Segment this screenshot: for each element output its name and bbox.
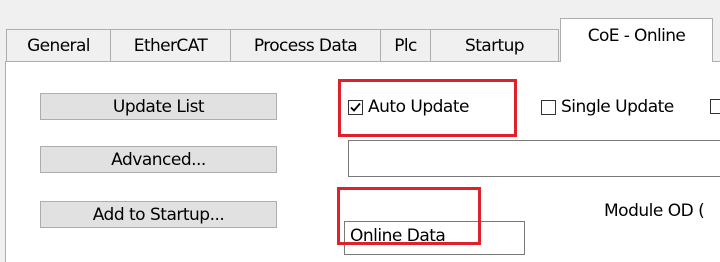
module-od-label: Module OD ( [604, 201, 705, 221]
tab-general[interactable]: General [6, 29, 111, 61]
tab-startup[interactable]: Startup [430, 29, 559, 61]
tab-plc[interactable]: Plc [380, 29, 431, 61]
auto-update-checkbox[interactable]: Auto Update [348, 97, 469, 117]
tab-coe-online-label: CoE - Online [587, 25, 686, 46]
tab-process-data-label: Process Data [253, 35, 358, 56]
online-data-field[interactable]: Online Data [344, 221, 525, 255]
update-list-button[interactable]: Update List [40, 93, 277, 120]
tab-startup-label: Startup [465, 35, 525, 56]
add-to-startup-button-label: Add to Startup... [92, 204, 225, 225]
tab-ethercat[interactable]: EtherCAT [110, 29, 231, 61]
partial-checkbox[interactable] [710, 99, 720, 114]
single-update-check-icon[interactable] [541, 99, 556, 115]
single-update-checkbox[interactable]: Single Update [541, 97, 674, 117]
single-update-label: Single Update [561, 97, 674, 117]
update-list-button-label: Update List [112, 96, 205, 117]
add-to-startup-button[interactable]: Add to Startup... [40, 201, 277, 228]
auto-update-label: Auto Update [368, 97, 469, 117]
tab-bar: General EtherCAT Process Data Plc Startu… [0, 0, 720, 62]
blank-text-field[interactable] [348, 140, 720, 177]
online-data-value: Online Data [350, 226, 446, 246]
tab-process-data[interactable]: Process Data [230, 29, 381, 61]
tab-ethercat-label: EtherCAT [133, 35, 208, 56]
auto-update-check-icon[interactable] [348, 99, 363, 115]
tab-general-label: General [27, 35, 90, 56]
tab-coe-online[interactable]: CoE - Online [560, 18, 713, 62]
advanced-button[interactable]: Advanced... [40, 146, 277, 173]
tab-plc-label: Plc [394, 35, 417, 56]
advanced-button-label: Advanced... [111, 149, 206, 170]
